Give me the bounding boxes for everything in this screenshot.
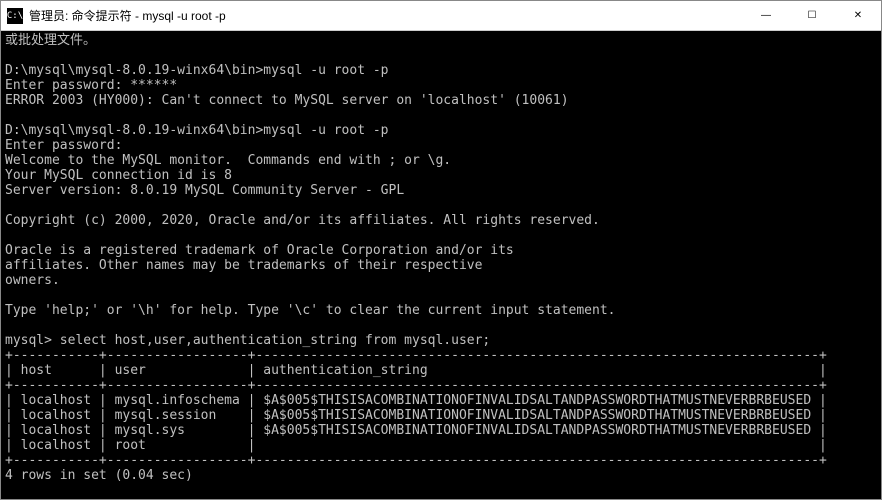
minimize-button[interactable]: — <box>743 1 789 30</box>
output-line: Your MySQL connection id is 8 <box>5 168 232 183</box>
close-button[interactable]: ✕ <box>835 1 881 30</box>
table-border: +-----------+------------------+--------… <box>5 453 827 468</box>
maximize-button[interactable]: ☐ <box>789 1 835 30</box>
output-line: D:\mysql\mysql-8.0.19-winx64\bin>mysql -… <box>5 63 389 78</box>
window-titlebar[interactable]: C:\ 管理员: 命令提示符 - mysql -u root -p — ☐ ✕ <box>1 1 881 31</box>
prompt: mysql> <box>5 498 60 499</box>
output-line: Enter password: <box>5 138 122 153</box>
window-title: 管理员: 命令提示符 - mysql -u root -p <box>29 7 743 24</box>
window-controls: — ☐ ✕ <box>743 1 881 30</box>
output-line: Enter password: ****** <box>5 78 177 93</box>
terminal-output[interactable]: 或批处理文件。 D:\mysql\mysql-8.0.19-winx64\bin… <box>1 31 881 499</box>
table-border: +-----------+------------------+--------… <box>5 378 827 393</box>
output-line: Oracle is a registered trademark of Orac… <box>5 243 514 258</box>
table-row: | localhost | mysql.session | $A$005$THI… <box>5 408 827 423</box>
table-row: | localhost | mysql.infoschema | $A$005$… <box>5 393 827 408</box>
table-row: | localhost | root | | <box>5 438 827 453</box>
table-border: +-----------+------------------+--------… <box>5 348 827 363</box>
result-summary: 4 rows in set (0.04 sec) <box>5 468 193 483</box>
output-line: Type 'help;' or '\h' for help. Type '\c'… <box>5 303 615 318</box>
output-line: owners. <box>5 273 60 288</box>
output-line: ERROR 2003 (HY000): Can't connect to MyS… <box>5 93 569 108</box>
output-line: D:\mysql\mysql-8.0.19-winx64\bin>mysql -… <box>5 123 389 138</box>
output-line: 或批处理文件。 <box>5 33 96 48</box>
query-line: mysql> select host,user,authentication_s… <box>5 333 490 348</box>
table-row: | localhost | mysql.sys | $A$005$THISISA… <box>5 423 827 438</box>
table-header: | host | user | authentication_string | <box>5 363 827 378</box>
output-line: Server version: 8.0.19 MySQL Community S… <box>5 183 404 198</box>
output-line: affiliates. Other names may be trademark… <box>5 258 482 273</box>
cmd-icon: C:\ <box>7 8 23 24</box>
output-line: Welcome to the MySQL monitor. Commands e… <box>5 153 451 168</box>
output-line: Copyright (c) 2000, 2020, Oracle and/or … <box>5 213 600 228</box>
